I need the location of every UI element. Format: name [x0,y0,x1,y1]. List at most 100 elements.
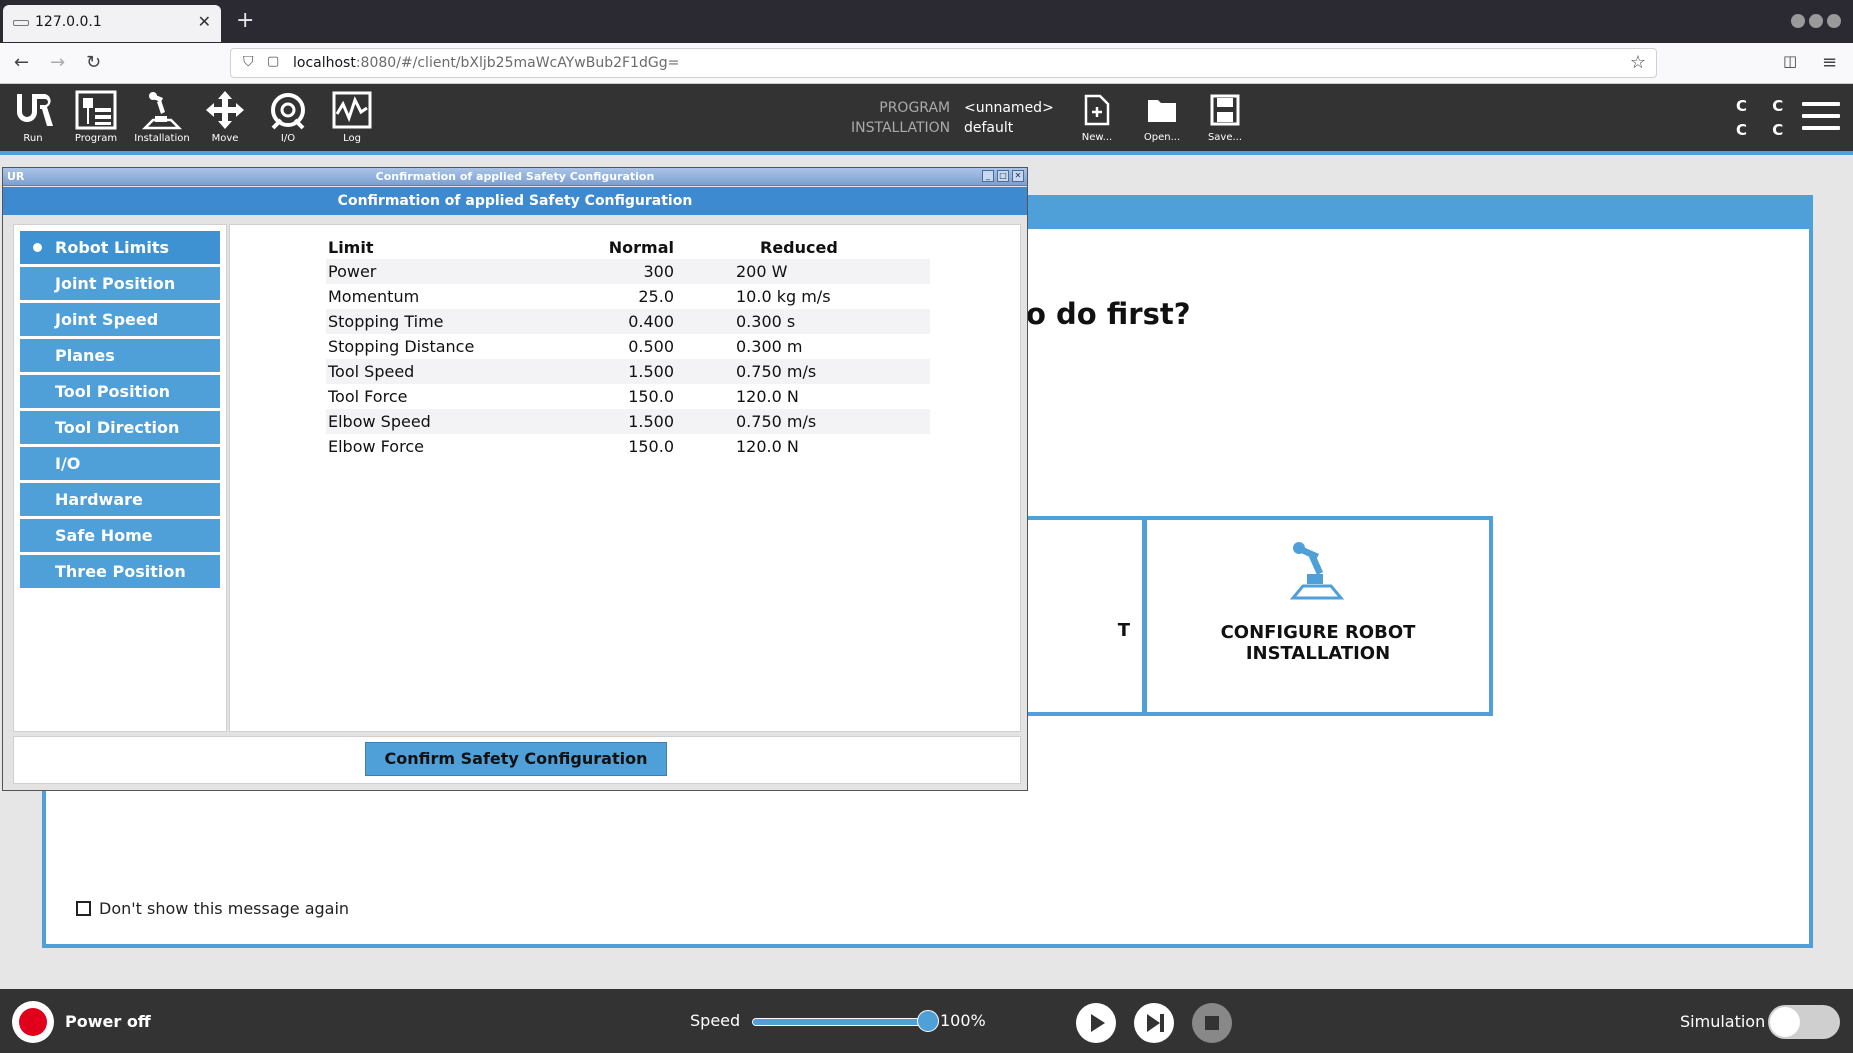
sidebar-item-safe-home[interactable]: Safe Home [20,519,220,552]
table-row: Tool Force 150.0 120.0 N [326,384,930,409]
dont-show-again[interactable]: Don't show this message again [76,899,349,918]
sidebar-item-hardware[interactable]: Hardware [20,483,220,516]
new-file-icon [1084,94,1110,126]
limit-normal: 150.0 [628,437,674,456]
sidebar-item-label: Robot Limits [55,238,169,257]
play-button[interactable] [1076,1003,1116,1043]
new-tab-icon[interactable]: + [236,8,254,33]
tab-close-icon[interactable]: ✕ [198,12,211,31]
nav-io[interactable]: I/O [259,90,317,150]
minimize-window-icon[interactable] [1791,14,1805,28]
save-button[interactable]: Save... [1200,94,1250,143]
program-value: <unnamed> [964,100,1054,116]
simulation-toggle[interactable] [1768,1005,1840,1039]
nav-program[interactable]: Program [67,90,125,150]
speed-slider-knob[interactable] [917,1010,939,1032]
dialog-close-icon[interactable]: ✕ [1012,170,1024,182]
step-button[interactable] [1134,1003,1174,1043]
maximize-window-icon[interactable] [1809,14,1823,28]
cc-indicator-row-2: C C [1736,121,1794,139]
page-info-icon[interactable]: ▢ [267,54,279,69]
url-host: localhost [293,55,356,71]
nav-log-label: Log [343,133,361,144]
sidebar-item-robot-limits[interactable]: Robot Limits [20,231,220,264]
limit-reduced: 200 W [674,259,930,284]
limit-reduced: 120.0 N [736,437,799,456]
power-label: Power off [65,1012,151,1031]
sidebar-item-label: I/O [55,454,81,473]
browser-menu-icon[interactable]: ≡ [1822,52,1837,73]
speed-slider-track[interactable] [752,1018,928,1026]
sidebar-item-io[interactable]: I/O [20,447,220,480]
welcome-question: o do first? [1026,297,1191,331]
stop-button[interactable] [1192,1003,1232,1043]
cc-indicator[interactable]: C C C C [1736,94,1793,142]
limit-normal: 150.0 [628,387,674,406]
new-button[interactable]: New... [1072,94,1122,143]
nav-move[interactable]: Move [196,90,254,150]
configure-robot-installation-label: CONFIGURE ROBOT INSTALLATION [1220,622,1416,664]
speed-label: Speed [690,1011,741,1030]
io-icon [271,93,305,130]
nav-run-label: Run [23,133,43,144]
forward-arrow-icon[interactable]: → [50,52,65,73]
limit-name: Power [326,259,596,284]
close-window-icon[interactable] [1827,14,1841,28]
limit-normal: 0.500 [628,337,674,356]
open-folder-icon [1148,100,1176,122]
configure-robot-installation-card[interactable]: CONFIGURE ROBOT INSTALLATION [1143,516,1493,716]
nav-installation[interactable]: Installation [133,90,191,150]
limit-normal: 25.0 [638,287,674,306]
open-button[interactable]: Open... [1137,94,1187,143]
sidebar-item-three-position[interactable]: Three Position [20,555,220,588]
sidebar-item-label: Planes [55,346,115,365]
sidebar-item-label: Tool Direction [55,418,180,437]
sidebar-item-label: Safe Home [55,526,153,545]
browser-tab[interactable]: 127.0.0.1 ✕ [3,5,221,42]
nav-run[interactable]: Run [4,90,62,150]
sidebar-item-planes[interactable]: Planes [20,339,220,372]
installation-label: INSTALLATION [851,120,951,136]
power-button[interactable] [12,1001,54,1043]
sidebar-item-tool-direction[interactable]: Tool Direction [20,411,220,444]
cc-indicator-row-1: C C [1736,97,1794,115]
table-row: Power 300 200 W [326,259,930,284]
welcome-card-left-label: T [1117,620,1130,641]
column-header-reduced: Reduced [760,237,838,257]
sidebar-item-joint-speed[interactable]: Joint Speed [20,303,220,336]
pocket-icon[interactable]: ◫ [1783,52,1797,70]
bookmark-star-icon[interactable]: ☆ [1630,52,1646,73]
new-button-label: New... [1081,132,1113,143]
active-bullet-icon [33,243,42,252]
nav-move-label: Move [211,133,239,144]
installation-value: default [964,120,1014,136]
limit-reduced: 0.750 m/s [674,409,930,434]
url-bar[interactable]: ⛉ ▢ localhost:8080/#/client/bXljb25maWcA… [230,48,1657,78]
dialog-titlebar[interactable]: UR Confirmation of applied Safety Config… [3,168,1027,186]
url-text[interactable]: localhost:8080/#/client/bXljb25maWcAYwBu… [293,55,679,71]
limit-name: Tool Force [328,387,408,406]
robot-limits-panel: Limit Normal Reduced Power 300 200 W Momen… [229,224,1021,732]
confirm-safety-configuration-button[interactable]: Confirm Safety Configuration [365,742,667,776]
dialog-minimize-icon[interactable]: _ [982,170,994,182]
table-header-row: Limit Normal Reduced [326,235,930,259]
hamburger-menu-icon[interactable] [1802,102,1840,138]
safety-confirmation-dialog: UR Confirmation of applied Safety Config… [2,167,1028,791]
limit-name: Stopping Time [326,309,596,334]
shield-icon[interactable]: ⛉ [243,54,254,70]
play-icon [1091,1014,1105,1032]
dialog-window-controls: _ □ ✕ [982,170,1024,182]
nav-log[interactable]: Log [323,90,381,150]
sidebar-item-tool-position[interactable]: Tool Position [20,375,220,408]
reload-icon[interactable]: ↻ [86,52,101,73]
dont-show-again-checkbox[interactable] [76,901,91,916]
open-button-label: Open... [1143,132,1181,143]
limit-reduced: 120.0 N [736,387,799,406]
speed-value: 100% [940,1011,986,1030]
nav-io-label: I/O [280,133,296,144]
limit-name: Elbow Force [328,437,424,456]
back-arrow-icon[interactable]: ← [14,52,29,73]
dialog-header: Confirmation of applied Safety Configura… [3,187,1027,215]
dialog-maximize-icon[interactable]: □ [997,170,1009,182]
sidebar-item-joint-position[interactable]: Joint Position [20,267,220,300]
